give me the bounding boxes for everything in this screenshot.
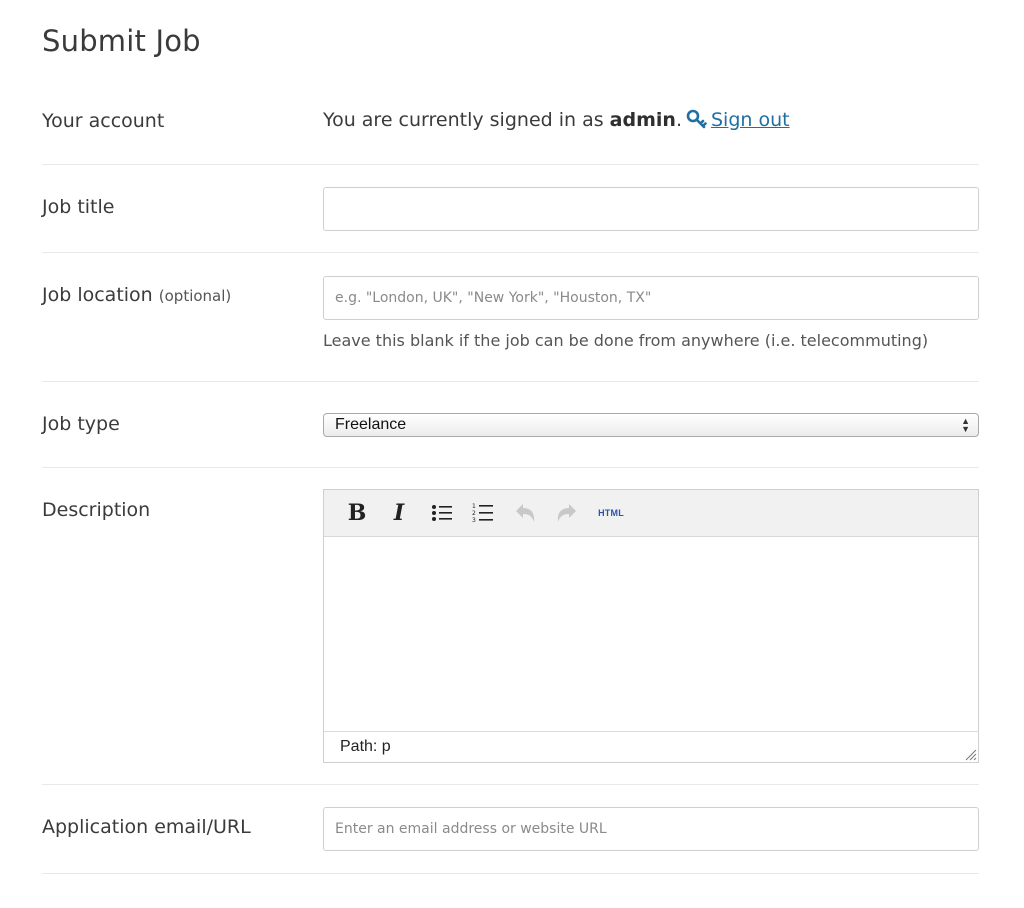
numbered-list-button[interactable]: 1 2 3 bbox=[468, 490, 498, 536]
account-status: You are currently signed in as admin. Sig… bbox=[323, 109, 979, 134]
description-row: Description B I 1 2 3 HTML Path: p bbox=[42, 468, 979, 785]
account-label: Your account bbox=[42, 110, 165, 132]
job-title-input[interactable] bbox=[323, 187, 979, 231]
editor-toolbar: B I 1 2 3 HTML bbox=[324, 490, 978, 537]
redo-button[interactable] bbox=[552, 490, 582, 536]
optional-label: (optional) bbox=[158, 287, 232, 305]
job-type-select[interactable]: Freelance ▲ ▼ bbox=[323, 413, 979, 437]
job-location-input[interactable] bbox=[323, 276, 979, 320]
description-editor: B I 1 2 3 HTML Path: p bbox=[323, 489, 979, 763]
editor-path-status: Path: p bbox=[324, 731, 978, 762]
job-title-row: Job title bbox=[42, 165, 979, 253]
description-editor-body[interactable] bbox=[324, 537, 978, 730]
job-title-label: Job title bbox=[42, 196, 115, 218]
page-title: Submit Job bbox=[42, 24, 201, 58]
numbered-list-icon: 1 2 3 bbox=[472, 503, 493, 524]
select-arrows-icon: ▲ ▼ bbox=[961, 416, 970, 434]
bold-label: B bbox=[347, 500, 367, 526]
italic-label: I bbox=[393, 500, 405, 526]
italic-button[interactable]: I bbox=[384, 490, 414, 536]
job-type-field: Freelance ▲ ▼ bbox=[323, 413, 979, 437]
job-location-helper: Leave this blank if the job can be done … bbox=[323, 331, 929, 350]
svg-text:1: 1 bbox=[472, 503, 476, 510]
description-field: B I 1 2 3 HTML Path: p bbox=[323, 489, 979, 763]
undo-icon bbox=[516, 504, 535, 522]
html-label: HTML bbox=[598, 508, 624, 518]
description-label: Description bbox=[42, 499, 151, 521]
sign-out-link[interactable]: Sign out bbox=[711, 109, 790, 131]
bold-button[interactable]: B bbox=[342, 490, 372, 536]
redo-icon bbox=[557, 504, 576, 522]
svg-text:3: 3 bbox=[472, 517, 476, 524]
html-button[interactable]: HTML bbox=[594, 490, 628, 536]
account-row: Your account You are currently signed in… bbox=[42, 86, 979, 165]
job-type-row: Job type Freelance ▲ ▼ bbox=[42, 382, 979, 468]
job-type-label: Job type bbox=[42, 413, 120, 435]
account-text-prefix: You are currently signed in as bbox=[323, 109, 610, 131]
job-location-label: Job location bbox=[42, 284, 153, 306]
bullet-list-icon bbox=[432, 505, 452, 521]
svg-text:2: 2 bbox=[472, 510, 476, 517]
application-label: Application email/URL bbox=[42, 816, 251, 838]
key-icon bbox=[686, 109, 708, 134]
undo-button[interactable] bbox=[510, 490, 540, 536]
application-row: Application email/URL bbox=[42, 785, 979, 874]
job-location-label-group: Job location (optional) bbox=[42, 284, 231, 306]
bullet-list-button[interactable] bbox=[427, 490, 457, 536]
resize-handle-icon[interactable] bbox=[963, 747, 977, 761]
job-type-selected-value: Freelance bbox=[335, 416, 407, 433]
account-text-suffix: . bbox=[675, 109, 682, 131]
job-location-row: Job location (optional) Leave this blank… bbox=[42, 253, 979, 382]
job-title-field bbox=[323, 187, 979, 231]
job-location-field: Leave this blank if the job can be done … bbox=[323, 276, 979, 350]
application-field bbox=[323, 807, 979, 851]
account-username: admin bbox=[609, 109, 676, 131]
application-input[interactable] bbox=[323, 807, 979, 851]
